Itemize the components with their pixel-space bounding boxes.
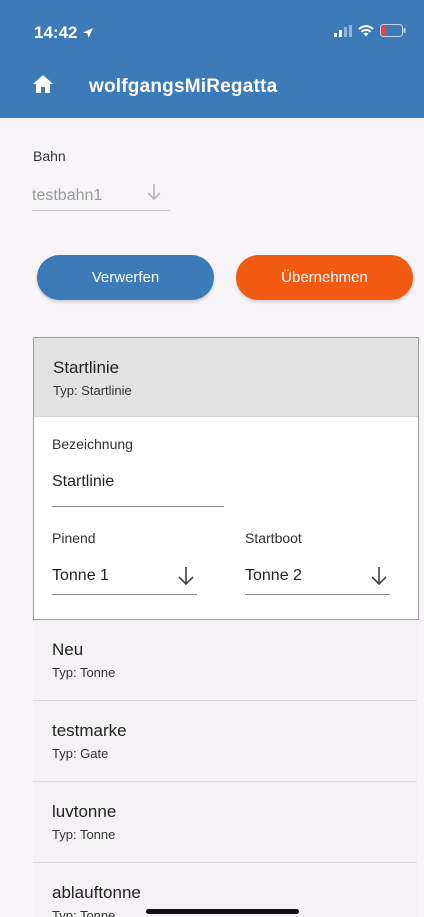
arrow-down-icon [371, 567, 387, 586]
item-subtitle: Typ: Tonne [52, 665, 116, 680]
app-bar: wolfgangsMiRegatta [0, 70, 424, 106]
bezeichnung-value: Startlinie [52, 473, 115, 490]
bahn-dropdown[interactable]: testbahn1 [32, 181, 170, 211]
app-header: 14:42 wolfgangsMiRegatta [0, 0, 424, 118]
expanded-list-item: Startlinie Typ: Startlinie Bezeichnung S… [33, 337, 419, 620]
marks-list: Startlinie Typ: Startlinie Bezeichnung S… [33, 337, 419, 917]
status-time-text: 14:42 [34, 23, 78, 42]
pinend-underline [52, 594, 197, 595]
status-time: 14:42 [34, 23, 94, 43]
startboot-dropdown[interactable]: Tonne 2 [245, 562, 390, 595]
startboot-underline [245, 594, 390, 595]
bahn-value: testbahn1 [32, 186, 103, 204]
list-item[interactable]: testmarke Typ: Gate [33, 701, 417, 782]
item-subtitle: Typ: Gate [52, 746, 109, 761]
battery-icon [380, 24, 406, 37]
apply-button[interactable]: Übernehmen [236, 255, 413, 300]
item-title: Neu [52, 640, 84, 659]
bezeichnung-underline [52, 506, 224, 507]
signal-icon [334, 24, 352, 37]
arrow-down-icon [147, 184, 161, 201]
bezeichnung-label: Bezeichnung [52, 436, 133, 452]
item-subtitle: Typ: Startlinie [53, 383, 132, 398]
bahn-label: Bahn [33, 148, 66, 164]
pinend-dropdown[interactable]: Tonne 1 [52, 562, 197, 595]
home-indicator [146, 909, 299, 914]
expanded-item-header[interactable]: Startlinie Typ: Startlinie [34, 338, 418, 417]
item-title: Startlinie [53, 358, 120, 377]
startboot-label: Startboot [245, 530, 302, 546]
app-title: wolfgangsMiRegatta [89, 76, 278, 97]
discard-button[interactable]: Verwerfen [37, 255, 214, 300]
pinend-value: Tonne 1 [52, 567, 109, 584]
startboot-value: Tonne 2 [245, 567, 302, 584]
list-item[interactable]: Neu Typ: Tonne [33, 620, 417, 701]
item-title: testmarke [52, 721, 127, 740]
arrow-down-icon [178, 567, 194, 586]
bezeichnung-input[interactable]: Startlinie [52, 467, 224, 507]
item-title: luvtonne [52, 802, 117, 821]
list-item[interactable]: luvtonne Typ: Tonne [33, 782, 417, 863]
pinend-label: Pinend [52, 530, 96, 546]
wifi-icon [358, 24, 374, 36]
item-title: ablauftonne [52, 883, 141, 902]
status-indicators [334, 24, 406, 37]
expanded-item-body: Bezeichnung Startlinie Pinend Tonne 1 St… [34, 417, 418, 620]
home-icon[interactable] [33, 75, 53, 93]
item-subtitle: Typ: Tonne [52, 827, 116, 842]
location-arrow-icon [83, 28, 94, 38]
